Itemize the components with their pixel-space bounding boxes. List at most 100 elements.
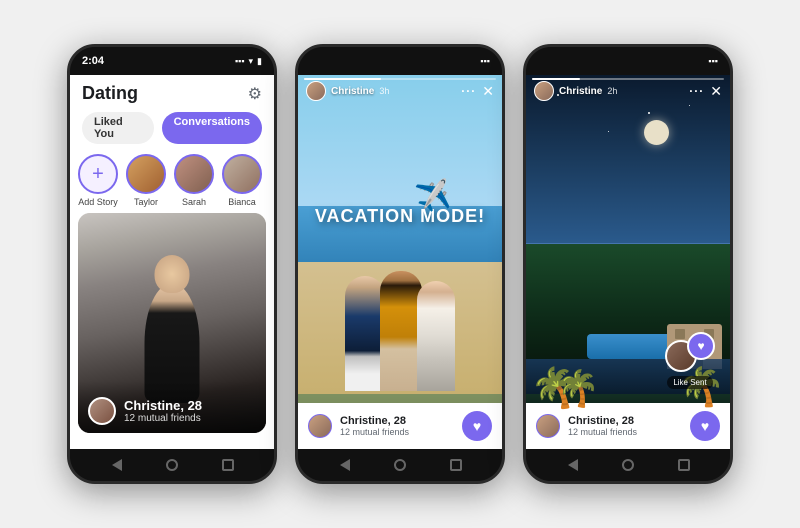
- more-options-icon[interactable]: ···: [461, 84, 476, 98]
- close-story-icon-3[interactable]: ✕: [710, 83, 722, 100]
- story-profile-name: Christine, 28: [340, 415, 409, 427]
- person3: [417, 281, 455, 391]
- tab-liked-you[interactable]: Liked You: [82, 112, 154, 144]
- story-controls-3: ··· ✕: [689, 83, 722, 100]
- story-username: Christine: [331, 86, 374, 97]
- heart-icon: ♥: [473, 419, 481, 433]
- app-title: Dating: [82, 83, 138, 104]
- phone2-status-bar: 2:04 ▪▪▪: [298, 47, 502, 75]
- signal-icon: ▪▪▪: [235, 56, 245, 66]
- plus-icon: +: [92, 164, 104, 184]
- story-bottom-bar-2: Christine, 28 12 mutual friends ♥: [298, 403, 502, 449]
- like-sent-heart-icon: ♥: [687, 332, 715, 360]
- moon: [644, 120, 669, 145]
- like-sent-avatars: ♥: [665, 332, 715, 372]
- story-item-bianca[interactable]: Bianca: [222, 154, 262, 207]
- profile-info: Christine, 28 12 mutual friends: [124, 398, 202, 424]
- taylor-avatar: [126, 154, 166, 194]
- story-user-info-3: Christine 2h: [534, 81, 617, 101]
- recents-button-2[interactable]: [447, 456, 465, 474]
- like-button-3[interactable]: ♥: [690, 411, 720, 441]
- story-profile-mutual-3: 12 mutual friends: [568, 427, 637, 437]
- phone-3: 2:04 ▪▪▪ 🌴: [523, 44, 733, 484]
- phone1-time: 2:04: [82, 55, 104, 67]
- palm-tree-2: 🌴: [556, 371, 600, 394]
- story-controls: ··· ✕: [461, 83, 494, 100]
- story-header-3: Christine 2h ··· ✕: [534, 81, 722, 101]
- recents-button[interactable]: [219, 456, 237, 474]
- story-user-info-2: Christine 3h: [306, 81, 389, 101]
- add-story-label: Add Story: [78, 197, 118, 207]
- story-header-2: Christine 3h ··· ✕: [306, 81, 494, 101]
- beach-people-group: [335, 271, 465, 391]
- vacation-text: VACATION MODE!: [315, 206, 485, 227]
- phone1-screen: Dating ⚙ Liked You Conversations + Add S…: [70, 75, 274, 449]
- sarah-avatar: [174, 154, 214, 194]
- settings-gear-icon[interactable]: ⚙: [248, 84, 262, 104]
- story-profile-mutual: 12 mutual friends: [340, 427, 409, 437]
- sarah-label: Sarah: [182, 197, 206, 207]
- add-story-item[interactable]: + Add Story: [78, 154, 118, 207]
- phone3-status-bar: 2:04 ▪▪▪: [526, 47, 730, 75]
- story-profile-info-3: Christine, 28 12 mutual friends: [568, 415, 637, 437]
- phone3-screen: 🌴 🌴 🌴: [526, 75, 730, 449]
- heart-icon-3: ♥: [701, 419, 709, 433]
- stories-row: + Add Story Taylor Sarah Bianca: [70, 148, 274, 213]
- story-profile-avatar: [308, 414, 332, 438]
- story-user-avatar-3: [534, 81, 554, 101]
- phone-2: 2:04 ▪▪▪: [295, 44, 505, 484]
- phone2-nav-bar: [298, 449, 502, 481]
- add-story-button[interactable]: +: [78, 154, 118, 194]
- beach-background: [298, 75, 502, 449]
- story-time-3: 2h: [607, 86, 617, 96]
- taylor-label: Taylor: [134, 197, 158, 207]
- phone1-status-icons: ▪▪▪ ▾ ▮: [235, 56, 262, 67]
- recents-button-3[interactable]: [675, 456, 693, 474]
- back-button[interactable]: [108, 456, 126, 474]
- home-button-2[interactable]: [391, 456, 409, 474]
- star4: [608, 131, 609, 132]
- story-progress-fill-3: [532, 78, 580, 80]
- story-item-sarah[interactable]: Sarah: [174, 154, 214, 207]
- back-button-3[interactable]: [564, 456, 582, 474]
- profile-name: Christine, 28: [124, 398, 202, 413]
- like-sent-label: Like Sent: [667, 376, 712, 389]
- palm-fronds-2: 🌴: [555, 369, 601, 408]
- more-options-icon-3[interactable]: ···: [689, 84, 704, 98]
- back-button-2[interactable]: [336, 456, 354, 474]
- story-progress-fill: [304, 78, 381, 80]
- heart-symbol: ♥: [697, 339, 704, 353]
- story-screen-2: Christine 3h ··· ✕ VACATION MODE! ✈️ Chr…: [298, 75, 502, 449]
- phone3-nav-bar: [526, 449, 730, 481]
- story-profile-info: Christine, 28 12 mutual friends: [340, 415, 409, 437]
- close-story-icon[interactable]: ✕: [482, 83, 494, 100]
- home-button-3[interactable]: [619, 456, 637, 474]
- like-button[interactable]: ♥: [462, 411, 492, 441]
- profile-bottom-bar: Christine, 28 12 mutual friends: [78, 381, 266, 433]
- home-button[interactable]: [163, 456, 181, 474]
- resort-background: 🌴 🌴 🌴: [526, 75, 730, 449]
- profile-mutual: 12 mutual friends: [124, 413, 202, 424]
- story-screen-3: 🌴 🌴 🌴: [526, 75, 730, 449]
- battery-icon: ▮: [257, 56, 262, 67]
- tab-conversations[interactable]: Conversations: [162, 112, 262, 144]
- tabs-row: Liked You Conversations: [70, 108, 274, 148]
- phone-1: 2:04 ▪▪▪ ▾ ▮ Dating ⚙ Liked You Conversa…: [67, 44, 277, 484]
- person1: [345, 276, 385, 391]
- signal-icon3: ▪▪▪: [708, 56, 718, 66]
- bianca-avatar: [222, 154, 262, 194]
- story-item-taylor[interactable]: Taylor: [126, 154, 166, 207]
- story-progress-bar-3: [532, 78, 724, 80]
- plane-emoji: ✈️: [414, 177, 454, 216]
- phone1-status-bar: 2:04 ▪▪▪ ▾ ▮: [70, 47, 274, 75]
- person-head: [155, 255, 190, 293]
- profile-small-avatar: [88, 397, 116, 425]
- story-time: 3h: [379, 86, 389, 96]
- story-profile-name-3: Christine, 28: [568, 415, 637, 427]
- story-progress-bar: [304, 78, 496, 80]
- story-username-3: Christine: [559, 86, 602, 97]
- phone2-screen: Christine 3h ··· ✕ VACATION MODE! ✈️ Chr…: [298, 75, 502, 449]
- profile-card[interactable]: Christine, 28 12 mutual friends: [78, 213, 266, 433]
- person2: [380, 271, 422, 391]
- story-profile-avatar-3: [536, 414, 560, 438]
